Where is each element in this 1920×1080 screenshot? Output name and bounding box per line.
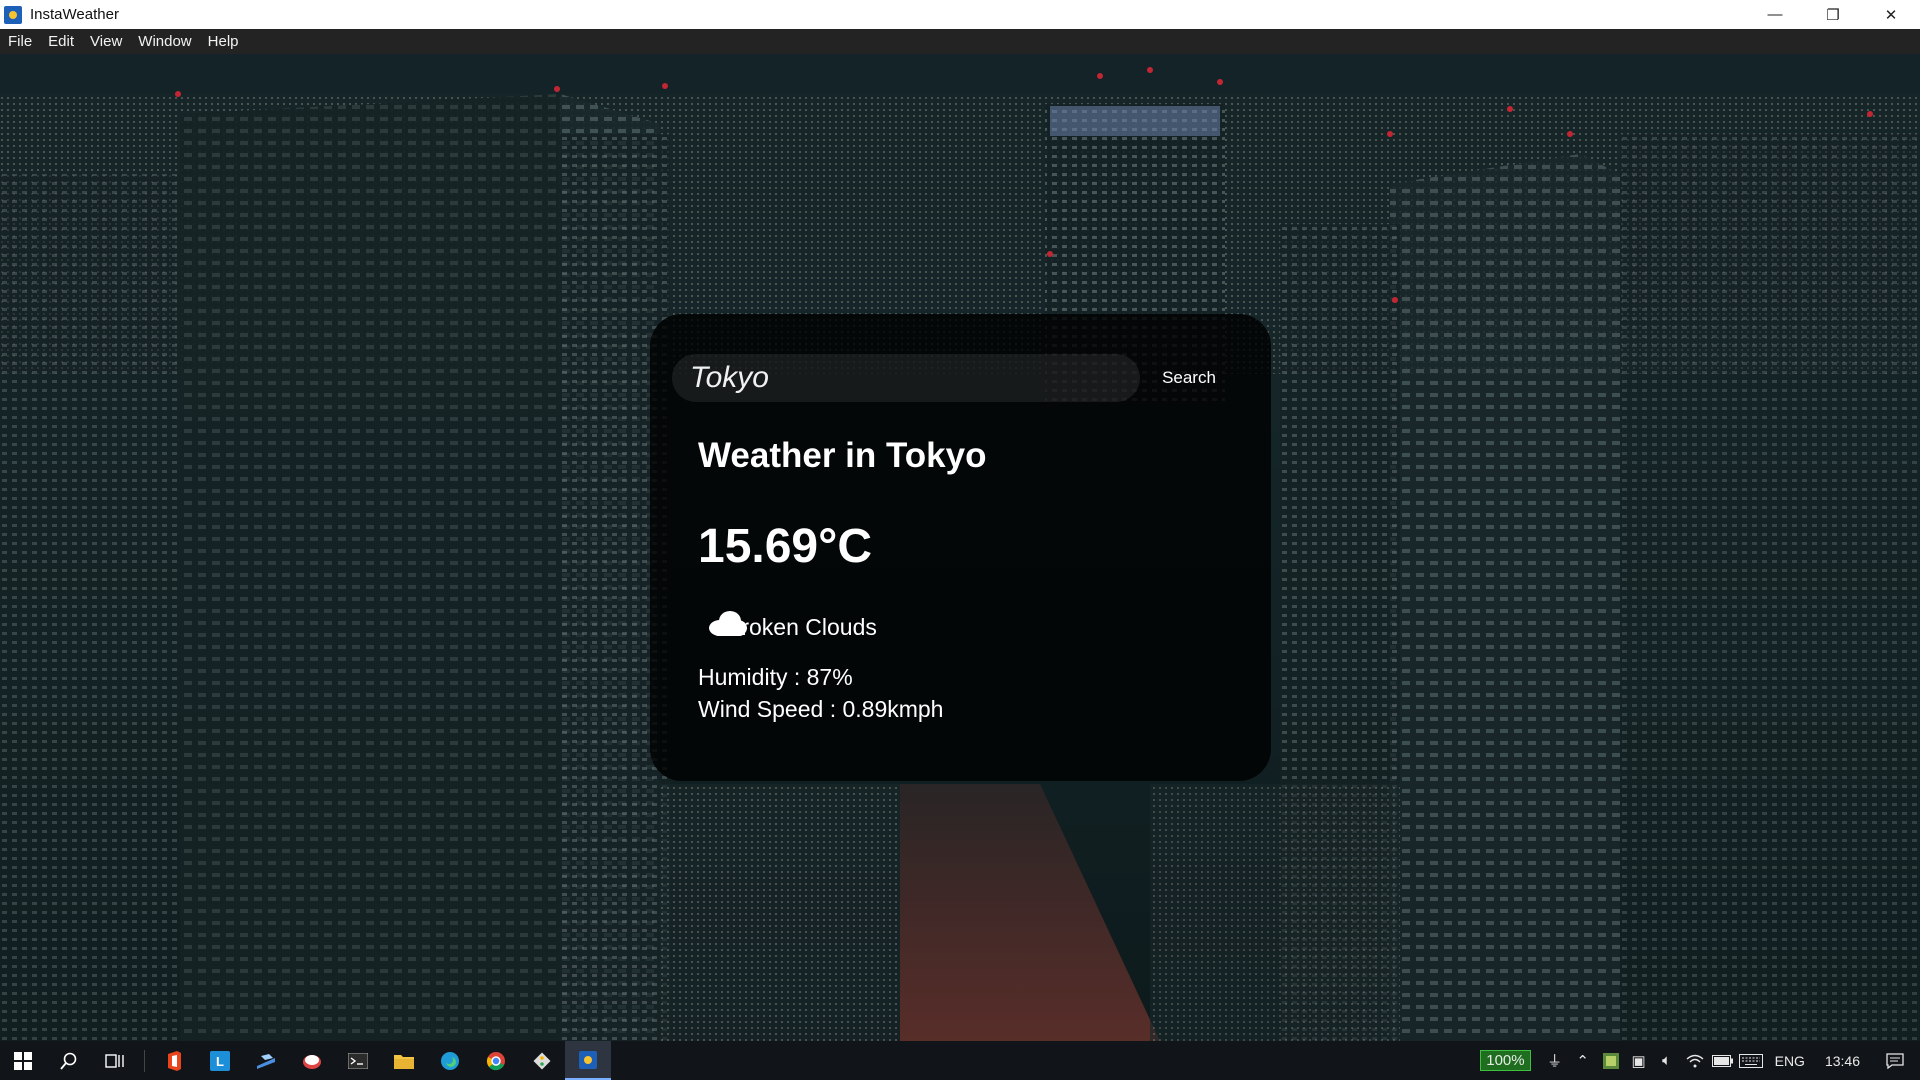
weather-heading: Weather in Tokyo [698, 436, 987, 475]
plug-icon[interactable]: ⏚ [1543, 1041, 1567, 1080]
tray-app-icon[interactable] [1599, 1041, 1623, 1080]
git-icon[interactable] [519, 1041, 565, 1080]
search-icon[interactable] [46, 1041, 92, 1080]
minimize-button[interactable]: — [1746, 0, 1804, 29]
lync-icon[interactable]: L [197, 1041, 243, 1080]
app-logo-icon [4, 5, 22, 24]
search-bar: Search [672, 354, 1232, 402]
title-bar: InstaWeather — ❐ ✕ [0, 0, 1920, 29]
notifications-icon[interactable] [1872, 1041, 1918, 1080]
clock[interactable]: 13:46 [1825, 1053, 1860, 1069]
office-icon[interactable] [151, 1041, 197, 1080]
file-explorer-icon[interactable] [381, 1041, 427, 1080]
background-image: Search Weather in Tokyo 15.69°C Broken C… [0, 54, 1920, 1041]
search-button[interactable]: Search [1146, 354, 1232, 402]
weather-card: Search Weather in Tokyo 15.69°C Broken C… [650, 314, 1271, 781]
menu-edit[interactable]: Edit [48, 33, 74, 50]
app-icon[interactable] [289, 1041, 335, 1080]
taskbar-separator [144, 1049, 145, 1072]
svg-text:L: L [216, 1054, 224, 1069]
menu-window[interactable]: Window [138, 33, 191, 50]
instaweather-icon[interactable] [565, 1041, 611, 1080]
battery-icon[interactable] [1711, 1041, 1735, 1080]
edge-icon[interactable] [427, 1041, 473, 1080]
system-tray: 100% ⏚ ⌃ ▣ 🔈︎ ENG 13:46 [1480, 1041, 1920, 1080]
keyboard-icon[interactable] [1738, 1041, 1763, 1080]
paint-icon[interactable] [243, 1041, 289, 1080]
taskbar: L 100% ⏚ ⌃ ▣ 🔈︎ ENG 13:46 [0, 1041, 1920, 1080]
language-indicator[interactable]: ENG [1775, 1053, 1805, 1069]
battery-percent[interactable]: 100% [1480, 1050, 1531, 1071]
wind-speed-text: Wind Speed : 0.89kmph [698, 696, 944, 722]
volume-icon[interactable]: 🔈︎ [1655, 1041, 1679, 1080]
menu-file[interactable]: File [8, 33, 32, 50]
menu-bar: File Edit View Window Help [0, 29, 1920, 54]
condition-text: Broken Clouds [726, 613, 877, 640]
chrome-icon[interactable] [473, 1041, 519, 1080]
window-controls: — ❐ ✕ [1746, 0, 1920, 29]
temperature-value: 15.69°C [698, 520, 872, 573]
menu-help[interactable]: Help [208, 33, 239, 50]
network-device-icon[interactable]: ▣ [1627, 1041, 1651, 1080]
menu-view[interactable]: View [90, 33, 122, 50]
maximize-button[interactable]: ❐ [1804, 0, 1862, 29]
window-title: InstaWeather [30, 6, 119, 23]
wifi-icon[interactable] [1683, 1041, 1707, 1080]
cloud-icon [709, 611, 747, 636]
weather-condition: Broken Clouds [706, 609, 877, 645]
humidity-text: Humidity : 87% [698, 664, 853, 690]
task-view-icon[interactable] [92, 1041, 138, 1080]
close-button[interactable]: ✕ [1862, 0, 1920, 29]
chevron-up-icon[interactable]: ⌃ [1571, 1041, 1595, 1080]
terminal-icon[interactable] [335, 1041, 381, 1080]
city-search-input[interactable] [672, 354, 1140, 402]
start-icon[interactable] [0, 1041, 46, 1080]
